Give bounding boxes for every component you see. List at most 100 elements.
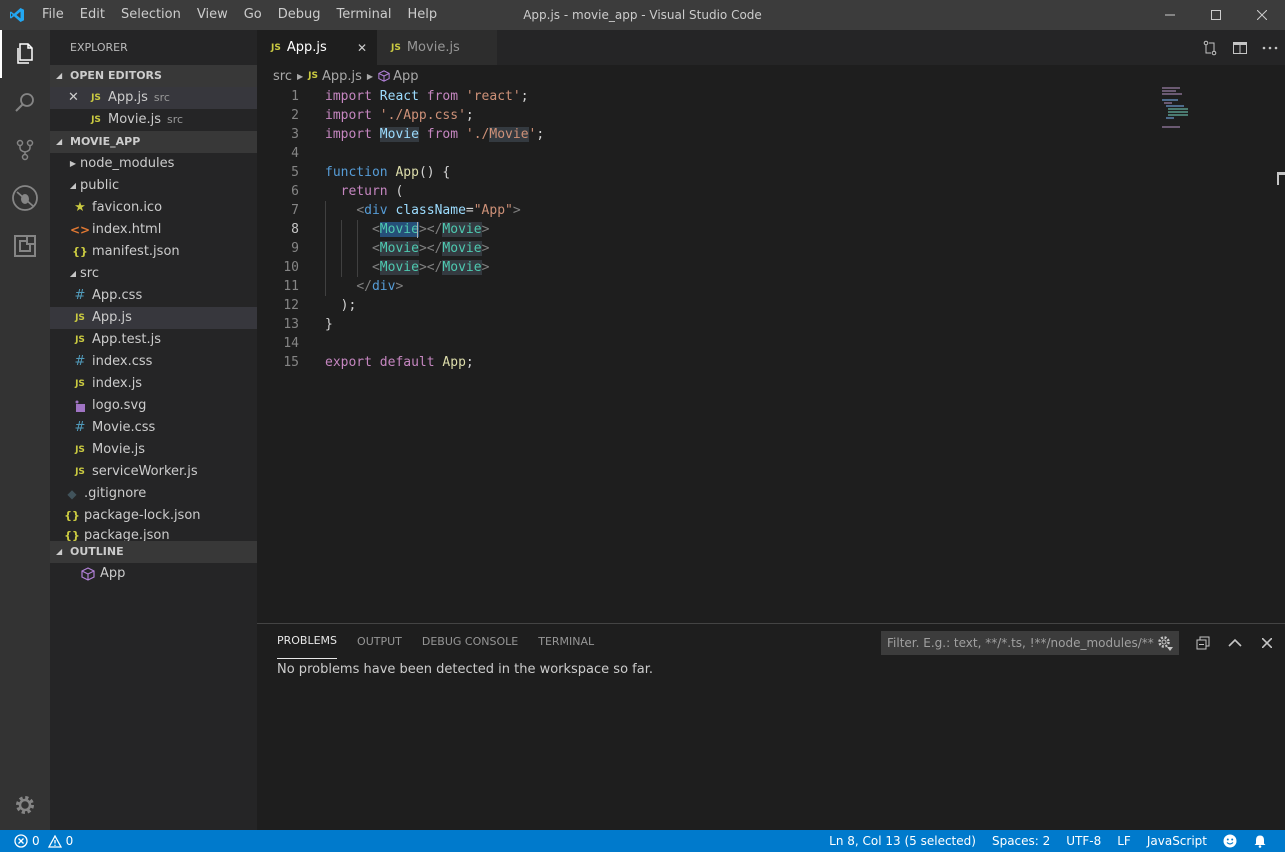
tab-debug-console[interactable]: DEBUG CONSOLE xyxy=(422,624,518,659)
open-editor-item[interactable]: ✕ JS App.js src xyxy=(50,87,257,109)
code-line: } xyxy=(325,317,333,332)
tree-folder[interactable]: ▶ node_modules xyxy=(50,153,257,175)
tree-file[interactable]: {} manifest.json xyxy=(50,241,257,263)
code-line: <Movie></Movie> xyxy=(371,260,490,275)
html-file-icon: <> xyxy=(69,223,91,237)
source-control-icon[interactable] xyxy=(0,126,50,174)
javascript-file-icon: JS xyxy=(91,115,101,125)
line-number: 3 xyxy=(291,127,299,142)
menu-selection[interactable]: Selection xyxy=(113,0,189,30)
open-changes-icon[interactable] xyxy=(1195,30,1225,65)
tree-file[interactable]: JS App.test.js xyxy=(50,329,257,351)
code-line: <Movie></Movie> xyxy=(371,241,490,256)
tree-folder[interactable]: ◢ src xyxy=(50,263,257,285)
open-editors-header[interactable]: ◢ OPEN EDITORS xyxy=(50,65,257,87)
language-mode[interactable]: JavaScript xyxy=(1147,834,1207,848)
problems-message: No problems have been detected in the wo… xyxy=(277,662,653,677)
tree-file[interactable]: logo.svg xyxy=(50,395,257,417)
code-line: function App() { xyxy=(325,165,451,180)
javascript-file-icon: JS xyxy=(75,379,85,389)
menu-debug[interactable]: Debug xyxy=(270,0,329,30)
chevron-down-icon: ◢ xyxy=(56,137,63,146)
breadcrumb-item[interactable]: App.js xyxy=(322,69,362,84)
javascript-file-icon: JS xyxy=(308,71,318,81)
gitignore-file-icon: ◆ xyxy=(67,487,77,501)
tree-file[interactable]: # App.css xyxy=(50,285,257,307)
cursor-position[interactable]: Ln 8, Col 13 (5 selected) xyxy=(829,834,976,848)
error-icon xyxy=(14,834,28,848)
line-number: 4 xyxy=(291,146,299,161)
split-editor-icon[interactable] xyxy=(1225,30,1255,65)
settings-gear-icon[interactable] xyxy=(0,780,50,830)
tree-file[interactable]: # index.css xyxy=(50,351,257,373)
line-number: 8 xyxy=(291,222,299,237)
close-panel-icon[interactable] xyxy=(1252,624,1282,662)
open-editor-item[interactable]: JS Movie.js src xyxy=(50,109,257,131)
filter-settings-icon[interactable] xyxy=(1157,635,1173,654)
problems-filter-input[interactable]: Filter. E.g.: text, **/*.ts, !**/node_mo… xyxy=(881,631,1179,655)
menu-terminal[interactable]: Terminal xyxy=(329,0,400,30)
tab-movie-js[interactable]: JS Movie.js xyxy=(377,30,497,65)
menu-go[interactable]: Go xyxy=(236,0,270,30)
breadcrumb-item[interactable]: App xyxy=(393,69,418,84)
tree-file[interactable]: <> index.html xyxy=(50,219,257,241)
tab-app-js[interactable]: JS App.js ✕ xyxy=(257,30,377,65)
tab-problems[interactable]: PROBLEMS xyxy=(277,624,338,659)
tree-file[interactable]: ◆ .gitignore xyxy=(50,483,257,505)
minimap[interactable] xyxy=(1162,87,1192,128)
eol-setting[interactable]: LF xyxy=(1117,834,1131,848)
project-header[interactable]: ◢ MOVIE_APP xyxy=(50,131,257,153)
tab-terminal[interactable]: TERMINAL xyxy=(538,624,594,659)
javascript-file-icon: JS xyxy=(75,313,85,323)
javascript-file-icon: JS xyxy=(271,42,281,53)
code-line: import React from 'react'; xyxy=(325,89,529,104)
maximize-panel-icon[interactable] xyxy=(1220,624,1250,662)
maximize-button[interactable] xyxy=(1193,0,1239,30)
tree-file[interactable]: {} package-lock.json xyxy=(50,505,257,527)
menu-file[interactable]: File xyxy=(34,0,72,30)
menu-edit[interactable]: Edit xyxy=(72,0,113,30)
notifications-bell-icon[interactable] xyxy=(1253,834,1267,848)
scrollbar[interactable] xyxy=(1275,172,1285,188)
code-line: ); xyxy=(340,298,357,313)
menu-help[interactable]: Help xyxy=(399,0,445,30)
tree-file[interactable]: JS index.js xyxy=(50,373,257,395)
search-icon[interactable] xyxy=(0,78,50,126)
problems-status[interactable]: 0 0 xyxy=(14,830,73,852)
tree-folder[interactable]: ◢ public xyxy=(50,175,257,197)
collapse-all-icon[interactable] xyxy=(1188,624,1218,662)
more-actions-icon[interactable] xyxy=(1255,30,1285,65)
encoding-setting[interactable]: UTF-8 xyxy=(1066,834,1101,848)
minimize-button[interactable] xyxy=(1147,0,1193,30)
warning-count: 0 xyxy=(65,834,74,848)
tree-file[interactable]: JS Movie.js xyxy=(50,439,257,461)
tree-file[interactable]: # Movie.css xyxy=(50,417,257,439)
close-icon[interactable]: ✕ xyxy=(357,41,367,55)
feedback-smiley-icon[interactable] xyxy=(1223,834,1237,848)
breadcrumb-item[interactable]: src xyxy=(273,69,292,84)
tab-output[interactable]: OUTPUT xyxy=(357,624,402,659)
code-line: </div> xyxy=(356,279,404,294)
json-file-icon: {} xyxy=(64,509,80,522)
javascript-file-icon: JS xyxy=(75,445,85,455)
files-icon[interactable] xyxy=(0,30,50,78)
code-line: import Movie from './Movie'; xyxy=(325,127,545,142)
vscode-logo-icon xyxy=(0,0,34,30)
close-icon[interactable]: ✕ xyxy=(68,87,84,109)
outline-header[interactable]: ◢ OUTLINE xyxy=(50,541,257,563)
chevron-down-icon: ◢ xyxy=(69,181,77,190)
javascript-file-icon: JS xyxy=(75,335,85,345)
line-number: 6 xyxy=(291,184,299,199)
code-editor[interactable]: 1 2 3 4 5 6 7 8 9 10 11 12 13 14 15 impo… xyxy=(257,87,1285,622)
debug-icon[interactable] xyxy=(0,174,50,222)
indentation-setting[interactable]: Spaces: 2 xyxy=(992,834,1050,848)
close-window-button[interactable] xyxy=(1239,0,1285,30)
error-count: 0 xyxy=(32,834,40,848)
tree-file[interactable]: JS App.js xyxy=(50,307,257,329)
extensions-icon[interactable] xyxy=(0,222,50,270)
outline-item[interactable]: App xyxy=(50,563,257,585)
menu-view[interactable]: View xyxy=(189,0,236,30)
tree-file[interactable]: JS serviceWorker.js xyxy=(50,461,257,483)
tree-file[interactable]: ★ favicon.ico xyxy=(50,197,257,219)
tree-file[interactable]: {} package.json xyxy=(50,527,257,541)
